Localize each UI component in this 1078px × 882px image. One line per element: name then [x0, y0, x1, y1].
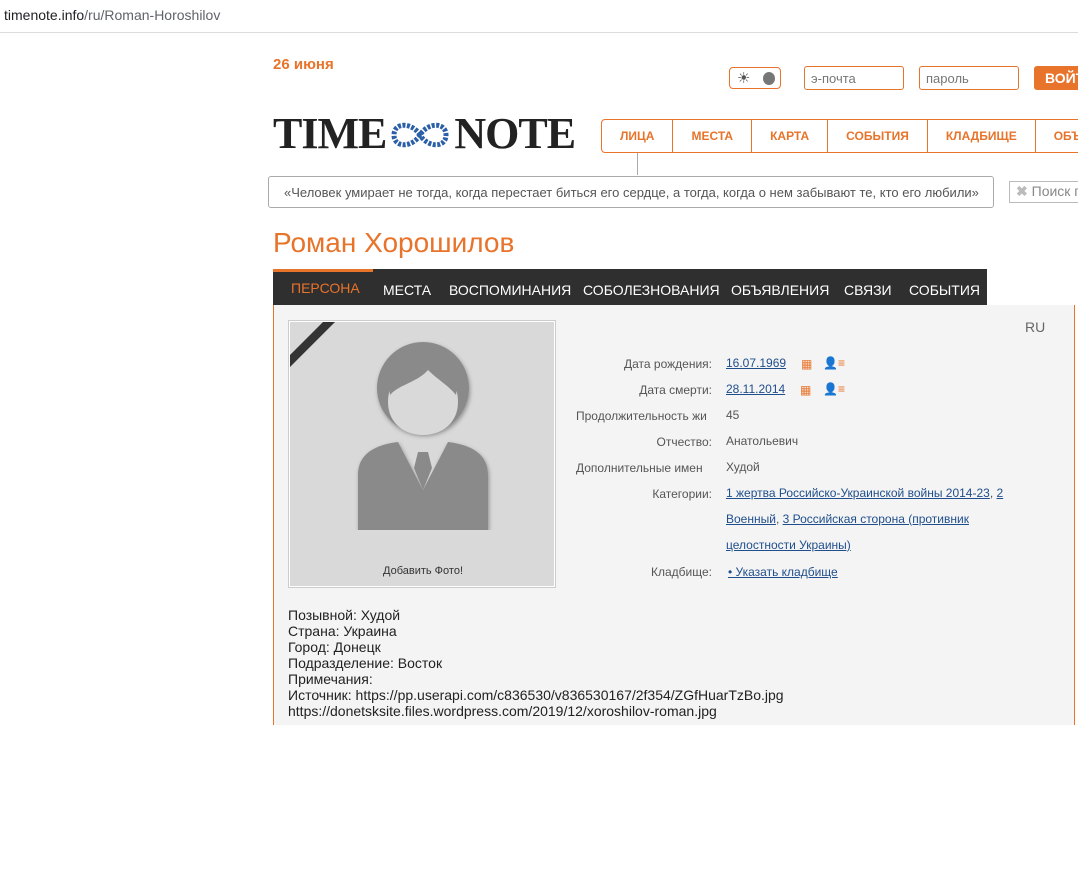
language-switch[interactable]: RU	[1025, 319, 1045, 335]
note-line: Город: Донецк	[288, 639, 381, 655]
url-host: timenote.info	[4, 7, 85, 23]
category-row-1: 1 жертва Российско-Украинской войны 2014…	[726, 486, 1004, 500]
email-field[interactable]	[804, 66, 904, 90]
note-line: Позывной: Худой	[288, 607, 401, 623]
infinity-icon	[388, 112, 452, 163]
nav-item-places[interactable]: МЕСТА	[673, 120, 753, 152]
nav-item-ads[interactable]: ОБЪ	[1036, 120, 1078, 152]
note-line: https://donetsksite.files.wordpress.com/…	[288, 703, 717, 719]
category-link[interactable]: Военный	[726, 512, 776, 526]
url-text[interactable]: timenote.info/ru/Roman-Horoshilov	[4, 7, 220, 23]
site-quote: «Человек умирает не тогда, когда переста…	[268, 176, 994, 208]
set-cemetery-link[interactable]: • Указать кладбище	[728, 565, 838, 579]
category-row-2: Военный, 3 Российская сторона (противник	[726, 512, 969, 526]
person-notes: Позывной: Худой Страна: Украина Город: Д…	[288, 607, 784, 719]
tab-memories[interactable]: ВОСПОМИНАНИЯ	[449, 282, 571, 298]
moon-icon	[763, 72, 775, 85]
nav-item-events[interactable]: СОБЫТИЯ	[828, 120, 928, 152]
birth-date-link[interactable]: 16.07.1969	[726, 356, 786, 370]
add-photo-label[interactable]: Добавить Фото!	[290, 565, 556, 577]
nav-item-cemetery[interactable]: КЛАДБИЩЕ	[928, 120, 1036, 152]
tab-condolences[interactable]: СОБОЛЕЗНОВАНИЯ	[583, 282, 720, 298]
note-line: Источник: https://pp.userapi.com/c836530…	[288, 687, 784, 703]
category-link[interactable]: 3 Российская сторона (противник	[783, 512, 969, 526]
extra-names-value: Худой	[726, 460, 760, 474]
category-link[interactable]: 2	[997, 486, 1004, 500]
death-date-label: Дата смерти:	[639, 383, 712, 397]
address-bar[interactable]: timenote.info/ru/Roman-Horoshilov	[0, 0, 1078, 33]
tab-relations[interactable]: СВЯЗИ	[844, 282, 892, 298]
site-logo[interactable]: TIME NOTE	[273, 108, 576, 158]
lifespan-value: 45	[726, 408, 740, 422]
search-placeholder: Поиск п	[1031, 183, 1078, 199]
calendar-icon[interactable]: ▦	[800, 383, 811, 397]
category-link[interactable]: 1 жертва Российско-Украинской войны 2014…	[726, 486, 990, 500]
nav-divider	[637, 153, 638, 175]
extra-names-label: Дополнительные имен	[576, 461, 703, 475]
category-link[interactable]: целостности Украины)	[726, 538, 851, 552]
cemetery-label: Кладбище:	[651, 565, 712, 579]
person-list-icon[interactable]: 👤≡	[823, 356, 845, 370]
lifespan-label: Продолжительность жи	[576, 409, 707, 423]
page-title: Роман Хорошилов	[273, 227, 515, 258]
tab-announcements[interactable]: ОБЪЯВЛЕНИЯ	[731, 282, 829, 298]
nav-item-faces[interactable]: ЛИЦА	[602, 120, 674, 152]
person-list-icon[interactable]: 👤≡	[823, 382, 845, 396]
person-tabs: ПЕРСОНА МЕСТА ВОСПОМИНАНИЯ СОБОЛЕЗНОВАНИ…	[273, 269, 987, 305]
search-input[interactable]: ✖ Поиск п	[1009, 181, 1078, 203]
theme-toggle[interactable]: ☀	[729, 67, 781, 89]
nav-item-map[interactable]: КАРТА	[752, 120, 829, 152]
note-line: Подразделение: Восток	[288, 655, 443, 671]
categories-label: Категории:	[652, 487, 712, 501]
death-date-link[interactable]: 28.11.2014	[726, 382, 785, 396]
ribbon-cutout	[290, 322, 323, 355]
login-button[interactable]: ВОЙТ	[1034, 66, 1078, 90]
calendar-icon[interactable]: ▦	[801, 357, 812, 371]
tab-places[interactable]: МЕСТА	[383, 282, 431, 298]
note-line: Примечания:	[288, 671, 373, 687]
main-nav: ЛИЦА МЕСТА КАРТА СОБЫТИЯ КЛАДБИЩЕ ОБЪ	[601, 119, 1078, 153]
tab-person[interactable]: ПЕРСОНА	[273, 269, 373, 305]
password-field[interactable]	[919, 66, 1019, 90]
url-path: /ru/Roman-Horoshilov	[84, 7, 221, 23]
note-line: Страна: Украина	[288, 623, 397, 639]
patronymic-label: Отчество:	[656, 435, 713, 449]
tab-events[interactable]: СОБЫТИЯ	[909, 282, 980, 298]
close-icon[interactable]: ✖	[1016, 183, 1028, 199]
person-photo[interactable]: Добавить Фото!	[288, 320, 556, 588]
patronymic-value: Анатольевич	[726, 434, 799, 448]
avatar-placeholder-icon	[358, 342, 488, 530]
logo-text-right: NOTE	[454, 109, 576, 158]
birth-date-label: Дата рождения:	[624, 357, 712, 371]
current-date: 26 июня	[273, 56, 334, 73]
sun-icon: ☀	[737, 70, 751, 87]
logo-text-left: TIME	[273, 109, 387, 158]
